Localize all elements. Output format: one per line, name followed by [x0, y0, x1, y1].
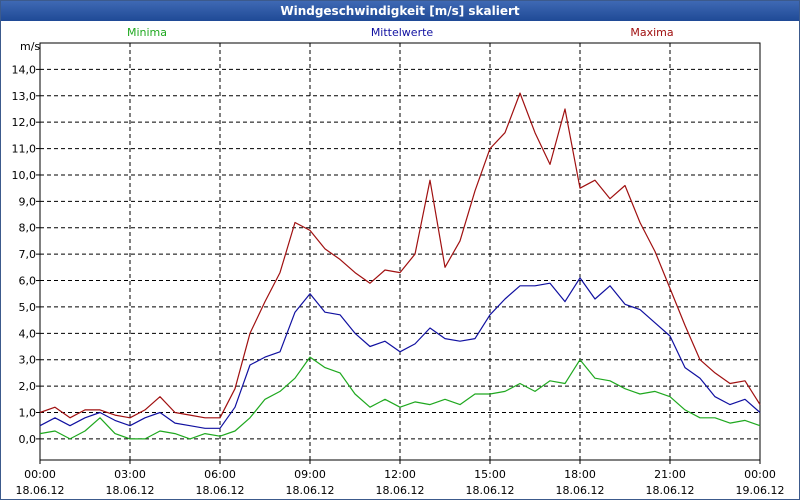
plot-frame [39, 42, 761, 461]
y-tick-label: 10,0 [12, 169, 37, 182]
x-tick-time: 09:00 [294, 468, 326, 481]
x-tick-time: 06:00 [204, 468, 236, 481]
y-tick-label: 3,0 [19, 354, 37, 367]
x-tick-time: 15:00 [474, 468, 506, 481]
x-tick-time: 00:00 [24, 468, 56, 481]
x-tick-time: 18:00 [564, 468, 596, 481]
x-tick-date: 18.06.12 [466, 484, 515, 497]
x-tick-date: 18.06.12 [646, 484, 695, 497]
legend-maxima: Maxima [630, 26, 673, 39]
x-tick-date: 18.06.12 [196, 484, 245, 497]
x-tick-date: 18.06.12 [286, 484, 335, 497]
series-minima-line [39, 356, 761, 440]
y-tick-label: 7,0 [19, 248, 37, 261]
x-tick-time: 12:00 [384, 468, 416, 481]
x-tick-date: 18.06.12 [106, 484, 155, 497]
y-tick-label: 13,0 [12, 90, 37, 103]
x-tick-time: 21:00 [654, 468, 686, 481]
y-tick-label: 4,0 [19, 327, 37, 340]
x-tick-date: 18.06.12 [556, 484, 605, 497]
y-tick-label: 8,0 [19, 222, 37, 235]
x-tick-date: 19.06.12 [736, 484, 785, 497]
wind-speed-chart: Minima Mittelwerte Maxima m/s 0,0 1,0 2,0 3… [12, 26, 785, 497]
x-tick-time: 03:00 [114, 468, 146, 481]
x-tick-time: 00:00 [744, 468, 776, 481]
legend-minima: Minima [127, 26, 167, 39]
y-tick-label: 14,0 [12, 63, 37, 76]
y-tick-label: 5,0 [19, 301, 37, 314]
y-tick-label: 6,0 [19, 275, 37, 288]
x-tick-date: 18.06.12 [16, 484, 65, 497]
y-tick-label: 9,0 [19, 195, 37, 208]
y-tick-label: 0,0 [19, 433, 37, 446]
y-tick-label: 12,0 [12, 116, 37, 129]
x-tick-date: 18.06.12 [376, 484, 425, 497]
y-axis-unit: m/s [20, 40, 40, 53]
y-tick-label: 2,0 [19, 380, 37, 393]
y-tick-label: 1,0 [19, 406, 37, 419]
legend-mittelwerte: Mittelwerte [371, 26, 434, 39]
y-tick-label: 11,0 [12, 143, 37, 156]
